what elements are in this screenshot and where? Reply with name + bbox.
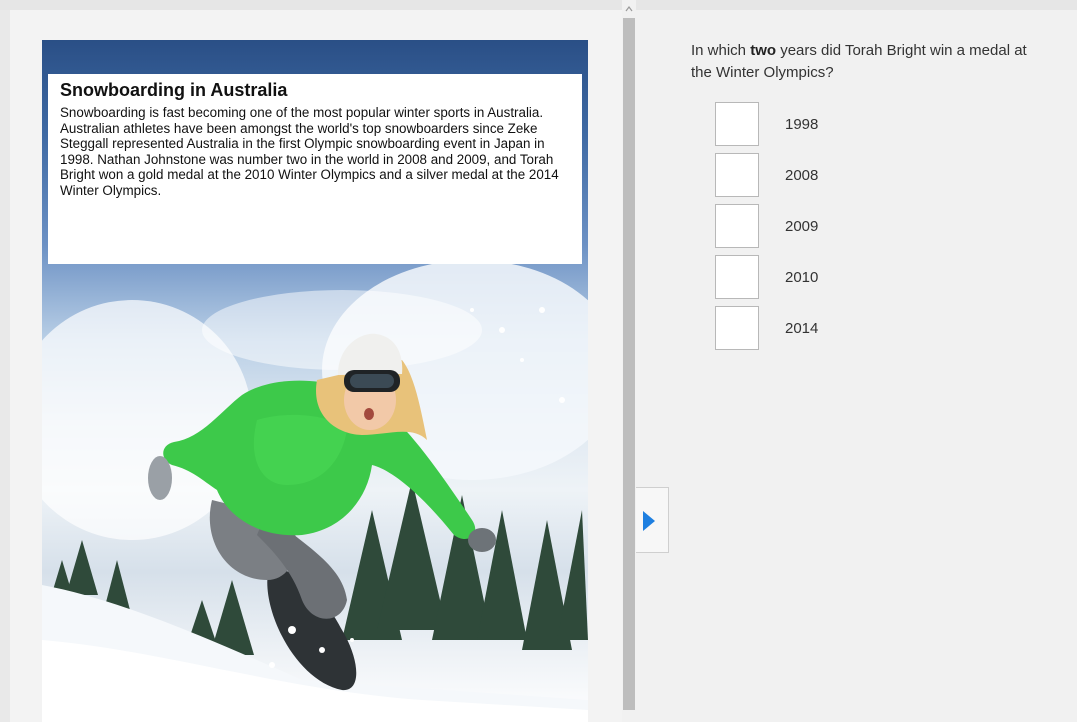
question-text: In which two years did Torah Bright win …	[691, 40, 1051, 84]
option-2008[interactable]: 2008	[715, 153, 915, 204]
splitter-bar[interactable]	[623, 18, 635, 710]
expand-panel-button[interactable]	[636, 487, 669, 553]
option-label: 2008	[785, 167, 819, 184]
option-label: 2010	[785, 269, 819, 286]
passage-image-panel: Snowboarding in Australia Snowboarding i…	[42, 40, 588, 722]
stimulus-pane: Snowboarding in Australia Snowboarding i…	[10, 10, 622, 722]
checkbox[interactable]	[715, 306, 759, 350]
option-2009[interactable]: 2009	[715, 204, 915, 255]
passage-card: Snowboarding in Australia Snowboarding i…	[48, 74, 582, 264]
passage-text: Snowboarding is fast becoming one of the…	[60, 105, 559, 198]
checkbox[interactable]	[715, 204, 759, 248]
answer-options: 1998 2008 2009 2010 2014	[715, 102, 915, 357]
chevron-up-icon[interactable]	[624, 4, 634, 14]
triangle-right-icon	[643, 511, 655, 531]
checkbox[interactable]	[715, 102, 759, 146]
question-emphasis: two	[750, 42, 777, 59]
option-label: 2009	[785, 218, 819, 235]
pane-splitter[interactable]	[622, 0, 636, 722]
option-label: 1998	[785, 116, 819, 133]
question-prefix: In which	[691, 42, 751, 59]
option-2010[interactable]: 2010	[715, 255, 915, 306]
checkbox[interactable]	[715, 153, 759, 197]
option-1998[interactable]: 1998	[715, 102, 915, 153]
option-label: 2014	[785, 320, 819, 337]
passage-title: Snowboarding in Australia	[60, 80, 288, 100]
option-2014[interactable]: 2014	[715, 306, 915, 357]
top-strip	[0, 0, 1077, 10]
checkbox[interactable]	[715, 255, 759, 299]
